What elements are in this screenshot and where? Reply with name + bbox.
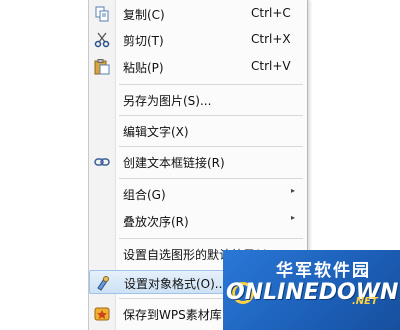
- menu-separator: [119, 238, 303, 239]
- menu-item-label: 粘贴(P): [123, 61, 164, 75]
- menu-item-label: 编辑文字(X): [123, 125, 189, 139]
- menu-separator: [119, 84, 303, 85]
- menu-item-group[interactable]: 组合(G) ▸: [89, 182, 307, 206]
- submenu-arrow-icon: ▸: [291, 186, 296, 195]
- paste-icon: [93, 57, 111, 77]
- submenu-arrow-icon: ▸: [291, 213, 296, 222]
- menu-item-copy[interactable]: 复制(C) Ctrl+C: [89, 2, 307, 26]
- menu-item-save-as-image[interactable]: 另存为图片(S)...: [89, 88, 307, 112]
- menu-item-label: 叠放次序(R): [123, 215, 189, 229]
- menu-item-shortcut: Ctrl+V: [251, 59, 291, 73]
- watermark-title: 华军软件园: [276, 261, 371, 281]
- link-icon: [93, 152, 111, 172]
- menu-item-label: 另存为图片(S)...: [123, 94, 212, 108]
- wps-library-icon: [93, 304, 111, 324]
- menu-item-label: 复制(C): [123, 8, 165, 22]
- menu-item-shortcut: Ctrl+C: [251, 6, 291, 20]
- menu-item-cut[interactable]: 剪切(T) Ctrl+X: [89, 28, 307, 52]
- menu-separator: [119, 146, 303, 147]
- menu-item-label: 保存到WPS素材库: [123, 308, 222, 322]
- menu-item-edit-text[interactable]: 编辑文字(X): [89, 119, 307, 143]
- menu-item-label: 剪切(T): [123, 34, 164, 48]
- menu-item-create-link[interactable]: 创建文本框链接(R): [89, 150, 307, 174]
- menu-item-label: 创建文本框链接(R): [123, 156, 225, 170]
- format-brush-icon: [94, 273, 112, 293]
- menu-item-order[interactable]: 叠放次序(R) ▸: [89, 209, 307, 233]
- menu-separator: [119, 178, 303, 179]
- copy-icon: [93, 4, 111, 24]
- menu-item-shortcut: Ctrl+X: [251, 32, 291, 46]
- menu-item-label: 组合(G): [123, 188, 166, 202]
- menu-separator: [119, 115, 303, 116]
- menu-item-label: 设置对象格式(O)...: [124, 277, 227, 291]
- menu-item-paste[interactable]: 粘贴(P) Ctrl+V: [89, 55, 307, 79]
- watermark-tld: .NET: [352, 296, 378, 307]
- scissors-icon: [93, 30, 111, 50]
